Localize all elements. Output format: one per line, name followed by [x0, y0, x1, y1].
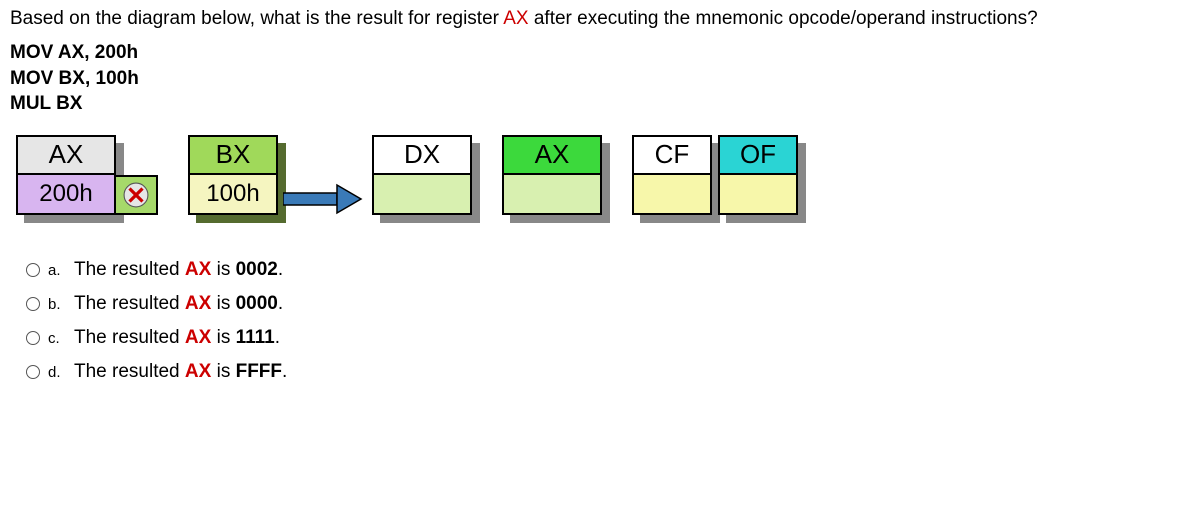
radio-icon[interactable]	[26, 297, 40, 311]
dx-header: DX	[372, 135, 472, 175]
arrow-icon	[278, 179, 368, 219]
cf-value	[632, 175, 712, 215]
question-reg: AX	[503, 8, 528, 29]
bx-header: BX	[188, 135, 278, 175]
group-of: OF	[718, 135, 798, 215]
of-value	[718, 175, 798, 215]
of-col: OF	[718, 135, 798, 215]
cf-col: CF	[632, 135, 712, 215]
code-line-3: MUL BX	[10, 91, 1190, 117]
radio-icon[interactable]	[26, 263, 40, 277]
radio-icon[interactable]	[26, 365, 40, 379]
ax-col: AX 200h	[16, 135, 116, 215]
group-cf: CF	[632, 135, 712, 215]
option-letter: d.	[48, 364, 66, 381]
ax2-header: AX	[502, 135, 602, 175]
multiply-icon	[116, 175, 158, 215]
group-ax: AX 200h	[16, 135, 158, 215]
options-list: a. The resulted AX is 0002. b. The resul…	[26, 259, 1190, 383]
group-dx: DX	[372, 135, 472, 215]
dx-value	[372, 175, 472, 215]
group-ax-result: AX	[502, 135, 602, 215]
option-d[interactable]: d. The resulted AX is FFFF.	[26, 361, 1190, 383]
cf-header: CF	[632, 135, 712, 175]
dx-col: DX	[372, 135, 472, 215]
option-text: The resulted AX is 1111.	[74, 327, 280, 349]
question-suffix: after executing the mnemonic opcode/oper…	[529, 8, 1038, 29]
option-a[interactable]: a. The resulted AX is 0002.	[26, 259, 1190, 281]
ax2-value	[502, 175, 602, 215]
ax-header: AX	[16, 135, 116, 175]
question-text: Based on the diagram below, what is the …	[10, 8, 1190, 30]
option-letter: c.	[48, 330, 66, 347]
option-b[interactable]: b. The resulted AX is 0000.	[26, 293, 1190, 315]
radio-icon[interactable]	[26, 331, 40, 345]
bx-value: 100h	[188, 175, 278, 215]
option-text: The resulted AX is 0002.	[74, 259, 283, 281]
ax-value: 200h	[16, 175, 116, 215]
code-block: MOV AX, 200h MOV BX, 100h MUL BX	[10, 40, 1190, 117]
diagram: AX 200h BX 100h DX AX	[16, 135, 1190, 219]
bx-col: BX 100h	[188, 135, 278, 215]
question-prefix: Based on the diagram below, what is the …	[10, 8, 503, 29]
option-letter: a.	[48, 262, 66, 279]
of-header: OF	[718, 135, 798, 175]
option-letter: b.	[48, 296, 66, 313]
option-text: The resulted AX is FFFF.	[74, 361, 287, 383]
option-text: The resulted AX is 0000.	[74, 293, 283, 315]
ax2-col: AX	[502, 135, 602, 215]
code-line-1: MOV AX, 200h	[10, 40, 1190, 66]
option-c[interactable]: c. The resulted AX is 1111.	[26, 327, 1190, 349]
code-line-2: MOV BX, 100h	[10, 66, 1190, 92]
group-bx: BX 100h	[188, 135, 278, 215]
